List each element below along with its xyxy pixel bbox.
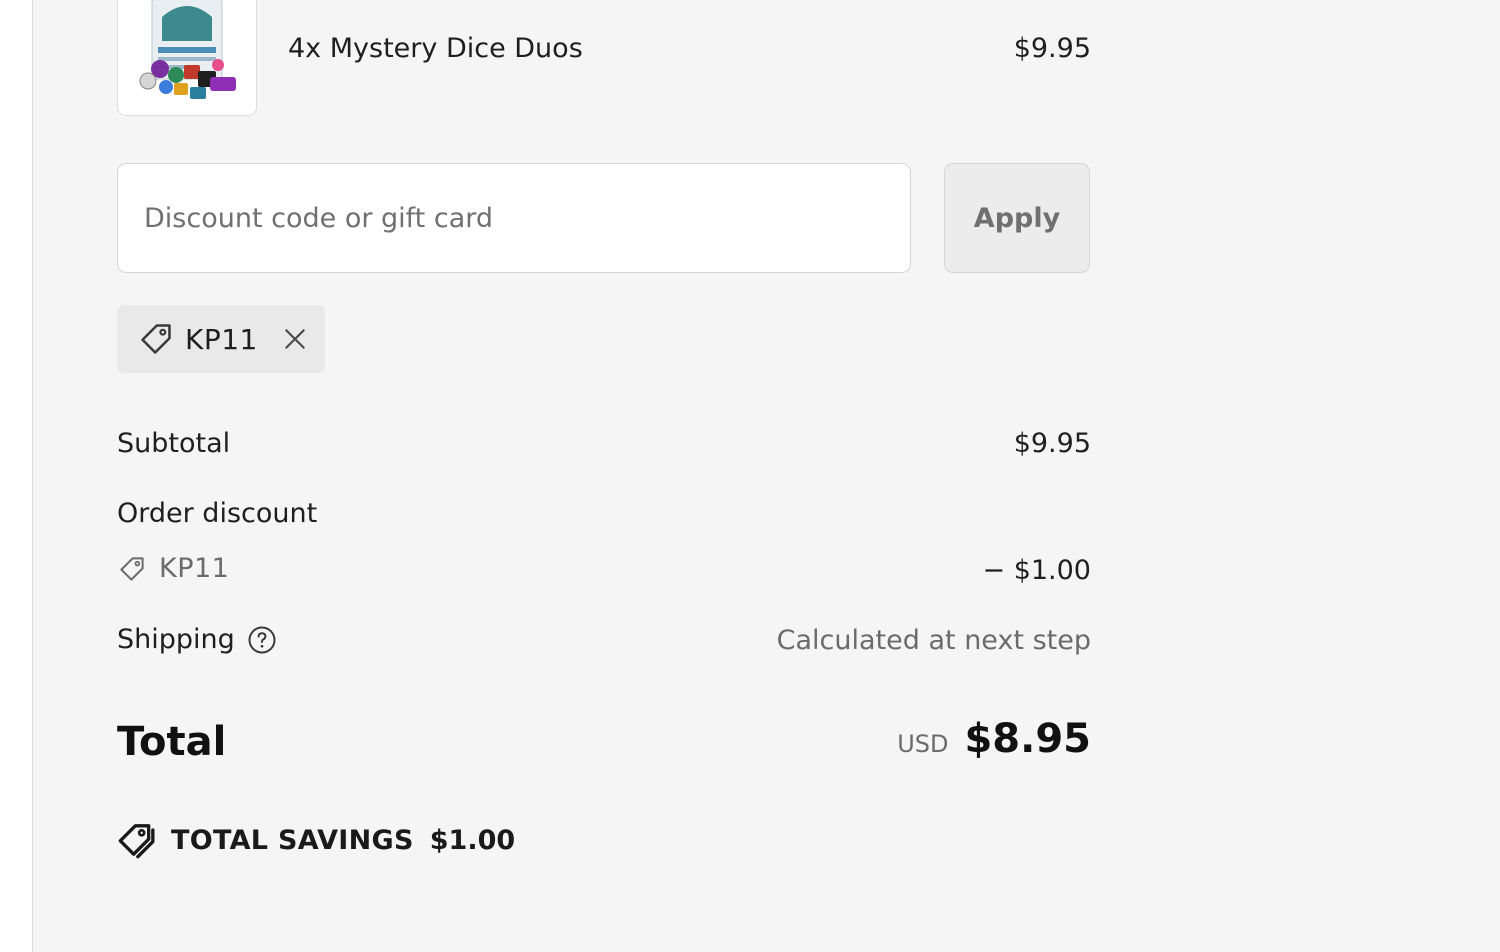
total-savings-label: TOTAL SAVINGS	[171, 824, 414, 856]
shipping-row: Shipping	[117, 622, 277, 658]
shipping-label: Shipping	[117, 624, 235, 655]
discount-code-input[interactable]	[117, 163, 911, 273]
product-price: $9.95	[1013, 33, 1091, 64]
order-discount-label: Order discount	[117, 498, 318, 529]
order-discount-code: KP11	[159, 553, 230, 584]
savings-tag-icon	[118, 824, 155, 859]
shipping-value: Calculated at next step	[776, 625, 1091, 656]
order-discount-code-row: KP11	[117, 553, 229, 584]
total-savings-row: TOTAL SAVINGS $1.00	[117, 820, 515, 860]
order-discount-value: − $1.00	[982, 555, 1091, 586]
main-content-edge	[0, 0, 32, 952]
product-name: 4x Mystery Dice Duos	[288, 33, 583, 64]
total-label: Total	[117, 719, 227, 765]
apply-discount-button[interactable]: Apply	[944, 163, 1090, 273]
close-icon	[285, 329, 305, 349]
currency-code: USD	[897, 730, 949, 758]
dice-product-image	[118, 0, 256, 115]
help-icon[interactable]	[247, 625, 277, 655]
tag-icon	[120, 556, 144, 581]
subtotal-value: $9.95	[1013, 428, 1091, 459]
tag-icon	[141, 324, 171, 354]
applied-discount-code: KP11	[185, 322, 258, 356]
order-summary-panel: 4x Mystery Dice Duos $9.95 Apply KP11 Su…	[32, 0, 1500, 952]
remove-discount-button[interactable]	[280, 324, 310, 354]
product-thumbnail	[117, 0, 257, 116]
applied-discount-chip: KP11	[117, 305, 325, 373]
total-amount: $8.95	[964, 716, 1091, 762]
checkout-page: 4x Mystery Dice Duos $9.95 Apply KP11 Su…	[0, 0, 1500, 952]
total-value-group: USD $8.95	[897, 716, 1091, 762]
total-savings-amount: $1.00	[429, 824, 516, 856]
subtotal-label: Subtotal	[117, 428, 231, 459]
